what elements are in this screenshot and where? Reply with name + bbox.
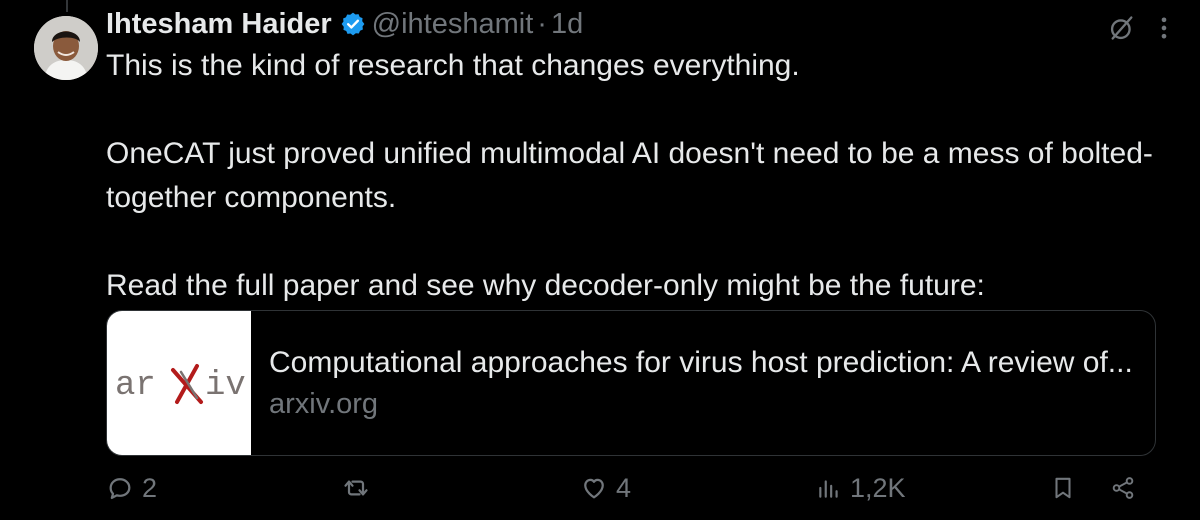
repost-button[interactable] (342, 474, 378, 502)
header-separator: · (537, 7, 547, 40)
repost-icon (342, 474, 370, 502)
reply-icon (106, 474, 134, 502)
grok-icon[interactable] (1108, 14, 1136, 42)
link-preview-card[interactable]: ar iv Computational approaches for virus… (106, 310, 1156, 456)
author-handle[interactable]: @ihteshamit (372, 8, 534, 41)
card-body: Computational approaches for virus host … (251, 311, 1151, 455)
tweet-top-actions (1108, 14, 1170, 42)
tweet-header: Ihtesham Haider @ihteshamit · 1d (106, 4, 583, 44)
more-icon[interactable] (1158, 14, 1170, 42)
avatar[interactable] (34, 16, 98, 80)
tweet-actions: 2 4 1,2K (106, 468, 1146, 508)
like-count: 4 (616, 472, 632, 503)
reply-count: 2 (142, 472, 158, 503)
like-icon (580, 474, 608, 502)
bookmark-button[interactable] (1050, 475, 1076, 501)
views-count: 1,2K (850, 472, 906, 503)
arxiv-logo: ar iv (115, 364, 246, 405)
timestamp[interactable]: 1d (551, 8, 583, 41)
reply-button[interactable]: 2 (106, 473, 157, 504)
tweet-paragraph: OneCAT just proved unified multimodal AI… (106, 137, 1153, 214)
share-icon (1110, 475, 1136, 501)
card-domain: arxiv.org (269, 388, 379, 420)
card-title[interactable]: Computational approaches for virus host … (269, 342, 1133, 384)
tweet-paragraph (106, 220, 1166, 264)
like-button[interactable]: 4 (580, 473, 631, 504)
avatar-image (34, 16, 98, 80)
share-button[interactable] (1110, 475, 1136, 501)
svg-text:iv: iv (205, 367, 246, 405)
tweet-text: This is the kind of research that change… (106, 44, 1166, 308)
card-thumbnail: ar iv (107, 311, 251, 455)
thread-line (66, 0, 68, 12)
verified-badge-icon (340, 11, 366, 37)
svg-text:ar: ar (115, 367, 156, 405)
tweet-paragraph (106, 88, 1166, 132)
views-button[interactable]: 1,2K (816, 473, 906, 504)
bookmark-icon (1050, 475, 1076, 501)
tweet-paragraph: This is the kind of research that change… (106, 49, 800, 82)
views-icon (816, 475, 842, 501)
tweet-paragraph: Read the full paper and see why decoder-… (106, 269, 985, 302)
author-name[interactable]: Ihtesham Haider (106, 8, 332, 41)
